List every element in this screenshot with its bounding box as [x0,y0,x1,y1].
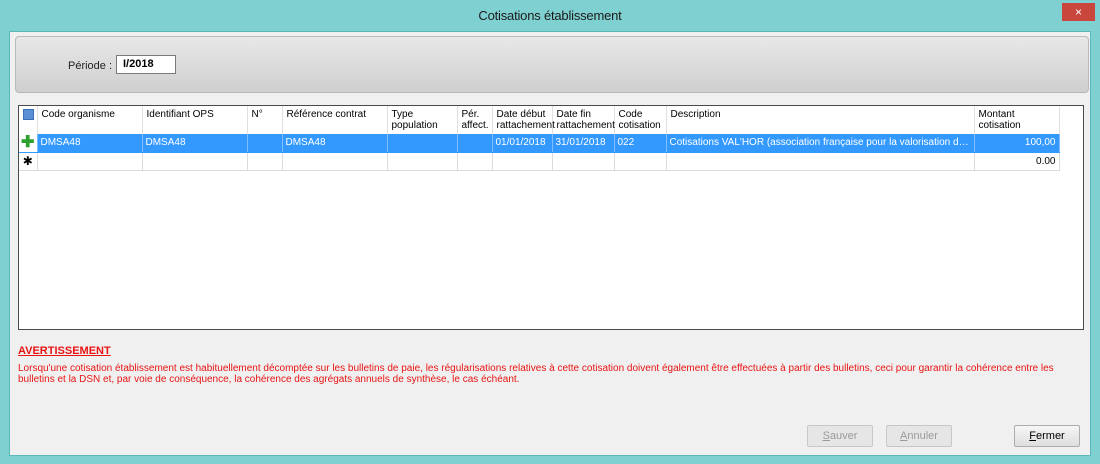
grid-header-row: Code organisme Identifiant OPS N° Référe… [19,106,1060,134]
column-header-description[interactable]: Description [666,106,975,134]
cell-code-organisme[interactable]: DMSA48 [37,134,143,153]
title-bar[interactable]: Cotisations établissement × [0,0,1100,30]
cell-description[interactable]: Cotisations VAL'HOR (association françai… [666,134,975,153]
cell-numero[interactable] [247,152,283,171]
column-header-montant[interactable]: Montant cotisation [974,106,1060,134]
warning-text: Lorsqu'une cotisation établissement est … [18,363,1054,385]
save-button[interactable]: Sauver [807,425,873,447]
column-header-code-organisme[interactable]: Code organisme [37,106,143,134]
table-row[interactable]: ✚ DMSA48 DMSA48 DMSA48 01/01/2018 31/01/… [19,134,1060,153]
column-header-type-population[interactable]: Type population [387,106,458,134]
cancel-button-label: nnuler [907,430,938,442]
new-row[interactable]: ✱ 0.00 [19,152,1060,171]
close-button-mnemonic: F [1029,430,1036,442]
close-window-button[interactable]: × [1062,3,1095,21]
plus-icon: ✚ [21,134,35,151]
cell-type-population[interactable] [387,152,458,171]
period-input[interactable]: I/2018 [116,55,176,74]
cell-date-debut[interactable]: 01/01/2018 [492,134,553,153]
cell-identifiant-ops[interactable]: DMSA48 [142,134,248,153]
save-button-mnemonic: S [822,430,830,442]
row-indicator[interactable]: ✚ [19,134,38,153]
select-all-cell[interactable] [19,106,38,134]
cell-date-fin[interactable] [552,152,615,171]
cell-reference-contrat[interactable]: DMSA48 [282,134,388,153]
cotisations-grid[interactable]: Code organisme Identifiant OPS N° Référe… [18,105,1084,330]
cell-identifiant-ops[interactable] [142,152,248,171]
cell-montant[interactable]: 0.00 [974,152,1060,171]
cell-reference-contrat[interactable] [282,152,388,171]
warning-title: AVERTISSEMENT [18,345,111,357]
cell-montant[interactable]: 100,00 [974,134,1060,153]
column-header-per-affect[interactable]: Pér. affect. [457,106,493,134]
cancel-button[interactable]: Annuler [886,425,952,447]
dialog-body: Période : I/2018 Code organisme Identifi… [9,31,1091,456]
dialog-window: Cotisations établissement × Période : I/… [0,0,1100,464]
column-header-reference-contrat[interactable]: Référence contrat [282,106,388,134]
close-button[interactable]: Fermer [1014,425,1080,447]
period-label: Période : [68,60,113,72]
cell-per-affect[interactable] [457,134,493,153]
cell-date-fin[interactable]: 31/01/2018 [552,134,615,153]
period-panel: Période : I/2018 [15,36,1089,93]
cell-date-debut[interactable] [492,152,553,171]
cell-numero[interactable] [247,134,283,153]
cell-description[interactable] [666,152,975,171]
column-header-code-cotisation[interactable]: Code cotisation [614,106,667,134]
column-header-date-debut[interactable]: Date début rattachement [492,106,555,134]
cell-code-cotisation[interactable] [614,152,667,171]
select-all-icon[interactable] [23,109,34,120]
cell-type-population[interactable] [387,134,458,153]
star-icon: ✱ [22,154,33,168]
cell-code-organisme[interactable] [37,152,143,171]
cell-per-affect[interactable] [457,152,493,171]
window-title: Cotisations établissement [478,8,622,23]
column-header-identifiant-ops[interactable]: Identifiant OPS [142,106,248,134]
column-header-date-fin[interactable]: Date fin rattachement [552,106,615,134]
cell-code-cotisation[interactable]: 022 [614,134,667,153]
save-button-label: auver [829,430,858,442]
close-button-label: ermer [1036,430,1065,442]
row-indicator[interactable]: ✱ [19,152,38,171]
column-header-numero[interactable]: N° [247,106,283,134]
